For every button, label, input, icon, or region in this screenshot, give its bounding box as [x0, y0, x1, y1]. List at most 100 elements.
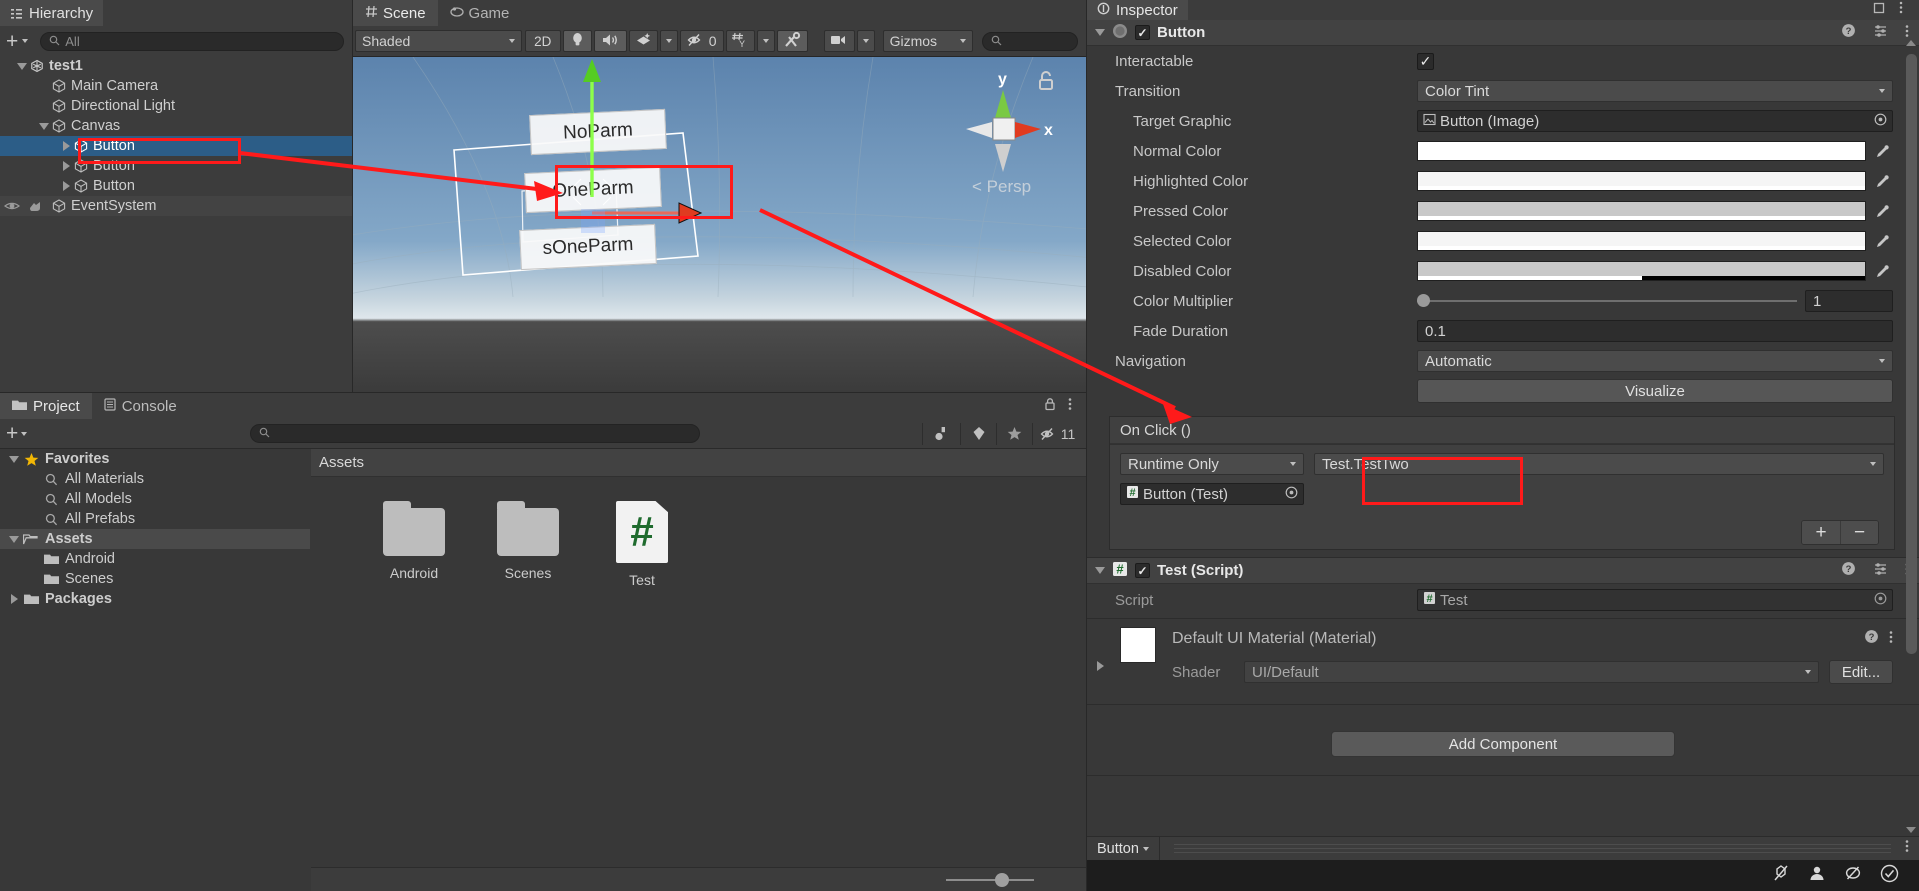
object-picker-icon[interactable]: [1285, 486, 1298, 503]
foldout-right-icon[interactable]: [58, 141, 74, 151]
foldout-right-icon[interactable]: [58, 181, 74, 191]
property-slider-value-input[interactable]: 1: [1805, 290, 1893, 312]
tab-scene[interactable]: Scene: [353, 0, 438, 26]
foldout-down-icon[interactable]: [6, 455, 22, 463]
property-color-swatch[interactable]: [1417, 261, 1866, 281]
property-color-swatch[interactable]: [1417, 201, 1866, 221]
scene-viewport[interactable]: NoParmOneParmsOneParm y x: [353, 57, 1086, 392]
project-search-input[interactable]: [249, 424, 700, 443]
hierarchy-row-eventsystem[interactable]: EventSystem: [0, 196, 352, 216]
eyedropper-icon[interactable]: [1871, 264, 1893, 279]
scene-axis-gizmo[interactable]: y x < Persp: [946, 62, 1064, 202]
project-tree-row-packages[interactable]: Packages: [0, 589, 310, 609]
eyedropper-icon[interactable]: [1871, 204, 1893, 219]
scene-camera-button[interactable]: [823, 30, 855, 52]
property-text-input[interactable]: 0.1: [1417, 320, 1893, 342]
eyedropper-icon[interactable]: [1871, 144, 1893, 159]
property-color-swatch[interactable]: [1417, 231, 1866, 251]
scene-lighting-toggle[interactable]: [562, 30, 592, 52]
material-foldout-icon[interactable]: [1097, 661, 1104, 671]
script-enabled-checkbox[interactable]: ✓: [1135, 563, 1150, 578]
foldout-down-icon[interactable]: [1095, 29, 1105, 36]
foldout-down-icon[interactable]: [14, 62, 30, 70]
eyedropper-icon[interactable]: [1871, 174, 1893, 189]
project-tree-row-assets[interactable]: Assets: [0, 529, 310, 549]
hierarchy-row-directional-light[interactable]: Directional Light: [0, 96, 352, 116]
help-icon[interactable]: ?: [1864, 629, 1879, 649]
create-object-button[interactable]: +: [6, 31, 18, 52]
tab-game[interactable]: Game: [437, 0, 522, 26]
project-tree-row-favorites[interactable]: Favorites: [0, 449, 310, 469]
property-color-swatch[interactable]: [1417, 141, 1866, 161]
tab-hierarchy[interactable]: Hierarchy: [0, 0, 104, 26]
project-tree-row-all-models[interactable]: All Models: [0, 489, 310, 509]
foldout-down-icon[interactable]: [6, 535, 22, 543]
foldout-down-icon[interactable]: [36, 122, 52, 130]
gizmos-dropdown[interactable]: Gizmos: [882, 30, 973, 52]
asset-grid[interactable]: Android Scenes # Test: [311, 477, 1086, 588]
hierarchy-row-canvas[interactable]: Canvas: [0, 116, 352, 136]
inspector-scrollbar[interactable]: [1906, 40, 1917, 833]
property-dropdown[interactable]: Automatic: [1417, 350, 1893, 372]
project-tree-row-all-materials[interactable]: All Materials: [0, 469, 310, 489]
scene-fx-dropdown[interactable]: [659, 30, 678, 52]
shader-edit-button[interactable]: Edit...: [1829, 660, 1893, 684]
tab-project[interactable]: Project: [0, 393, 92, 419]
hidden-packages-toggle[interactable]: 11: [1032, 422, 1086, 445]
property-slider[interactable]: [1417, 294, 1797, 307]
hierarchy-visibility-toggles[interactable]: [4, 196, 42, 216]
project-create-button[interactable]: +: [6, 423, 18, 444]
scene-grid-dropdown[interactable]: [756, 30, 775, 52]
hierarchy-row-button[interactable]: Button: [0, 156, 352, 176]
asset-zoom-knob[interactable]: [995, 872, 1010, 887]
create-dropdown-caret-icon[interactable]: [22, 39, 29, 43]
hierarchy-tree[interactable]: test1 Main Camera Directional Light Canvas B…: [0, 56, 352, 392]
script-object-field[interactable]: # Test: [1417, 589, 1893, 611]
scroll-up-arrow-icon[interactable]: [1906, 40, 1916, 46]
preset-icon[interactable]: [1873, 561, 1888, 580]
scene-tools-button[interactable]: [776, 30, 808, 52]
help-icon[interactable]: ?: [1841, 23, 1856, 42]
filter-by-type-button[interactable]: [922, 422, 960, 445]
no-cloud-icon[interactable]: [1844, 864, 1862, 887]
hierarchy-row-main-camera[interactable]: Main Camera: [0, 76, 352, 96]
account-icon[interactable]: [1808, 864, 1826, 887]
project-tree-row-android[interactable]: Android: [0, 549, 310, 569]
eyedropper-icon[interactable]: [1871, 234, 1893, 249]
favorite-star-button[interactable]: [996, 422, 1032, 445]
add-component-button[interactable]: Add Component: [1331, 731, 1675, 757]
scene-fx-toggle[interactable]: [628, 30, 658, 52]
property-checkbox[interactable]: ✓: [1417, 52, 1434, 70]
kebab-menu-icon[interactable]: [1905, 839, 1919, 858]
property-color-swatch[interactable]: [1417, 171, 1866, 191]
draw-mode-dropdown[interactable]: Shaded: [355, 30, 522, 52]
object-picker-icon[interactable]: [1874, 113, 1887, 130]
kebab-menu-icon[interactable]: [1889, 630, 1893, 649]
property-dropdown[interactable]: Color Tint: [1417, 80, 1893, 102]
no-collab-icon[interactable]: [1772, 864, 1790, 887]
property-object-field[interactable]: Button (Image): [1417, 110, 1893, 132]
inspector-scrollbar-thumb[interactable]: [1906, 54, 1917, 654]
onclick-function-dropdown[interactable]: Test.TestTwo: [1314, 453, 1884, 475]
scroll-down-arrow-icon[interactable]: [1906, 827, 1916, 833]
kebab-menu-icon[interactable]: [1905, 24, 1909, 42]
filter-by-label-button[interactable]: [960, 422, 996, 445]
visualize-button[interactable]: Visualize: [1417, 379, 1893, 403]
toggle-2d-button[interactable]: 2D: [524, 30, 561, 52]
onclick-call-mode-dropdown[interactable]: Runtime Only: [1120, 453, 1304, 475]
component-enabled-checkbox[interactable]: ✓: [1135, 25, 1150, 40]
asset-item-android[interactable]: Android: [357, 501, 471, 588]
asset-item-scenes[interactable]: Scenes: [471, 501, 585, 588]
slider-knob[interactable]: [1417, 294, 1430, 307]
component-header-script[interactable]: # ✓ Test (Script) ?: [1087, 558, 1919, 584]
chevron-down-icon[interactable]: [1142, 846, 1149, 851]
onclick-target-object-field[interactable]: # Button (Test): [1120, 483, 1304, 505]
hierarchy-row-test1[interactable]: test1: [0, 56, 352, 76]
check-circle-icon[interactable]: [1880, 864, 1899, 888]
component-header-button[interactable]: ✓ Button ?: [1087, 20, 1919, 46]
kebab-menu-icon[interactable]: [1068, 397, 1072, 416]
help-icon[interactable]: ?: [1841, 561, 1856, 580]
foldout-right-icon[interactable]: [58, 161, 74, 171]
project-tree-row-scenes[interactable]: Scenes: [0, 569, 310, 589]
hierarchy-search-input[interactable]: All: [40, 31, 344, 51]
